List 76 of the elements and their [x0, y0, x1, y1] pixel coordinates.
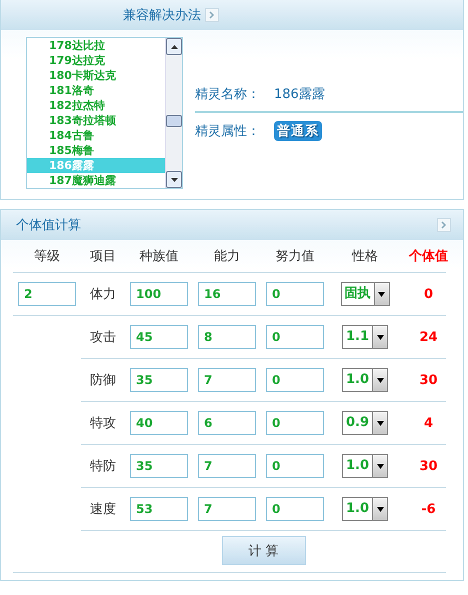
base-stat-input[interactable]: 40 — [130, 411, 188, 435]
dropdown-arrow-icon — [378, 292, 385, 296]
iv-result: 24 — [418, 330, 439, 344]
iv-result: 30 — [418, 458, 439, 474]
base-stat-input[interactable]: 100 — [130, 282, 188, 306]
scrollbar[interactable] — [165, 38, 182, 188]
nature-select[interactable]: 1.1 — [342, 325, 388, 349]
chevron-icon — [441, 221, 447, 229]
pet-option[interactable]: 178达比拉 — [27, 38, 165, 53]
chevron-icon — [209, 11, 215, 19]
scrollbar-thumb[interactable] — [166, 115, 182, 127]
nature-select[interactable]: 0.9 — [342, 411, 388, 435]
effort-input[interactable]: 0 — [266, 411, 324, 435]
nature-select[interactable]: 1.0 — [342, 368, 388, 392]
column-header: 性格 — [350, 248, 379, 265]
nature-select[interactable]: 1.0 — [342, 454, 388, 478]
dropdown-arrow-icon — [376, 334, 384, 340]
pet-listbox[interactable]: 178达比拉 179达拉克 180卡斯达克 181洛奇 182拉杰特 183奇拉塔顿 184古鲁 185梅鲁 186露露 187魔狮迪露 — [26, 37, 183, 189]
column-header: 努力值 — [274, 248, 316, 265]
pet-option[interactable]: 179达拉克 — [27, 53, 165, 68]
base-stat-input[interactable]: 35 — [130, 454, 188, 478]
pet-option[interactable]: 186露露 — [27, 158, 165, 173]
pet-option[interactable]: 187魔狮迪露 — [27, 173, 165, 188]
pet-option[interactable]: 180卡斯达克 — [27, 68, 165, 83]
column-header: 个体值 — [408, 248, 449, 265]
column-header: 能力 — [213, 248, 241, 265]
info-label: 精灵属性： — [195, 123, 260, 140]
up-arrow-icon — [170, 44, 178, 48]
ability-input[interactable]: 8 — [198, 325, 256, 349]
ability-input[interactable]: 7 — [198, 454, 256, 478]
stat-label: 攻击 — [89, 329, 117, 346]
dropdown-arrow-icon — [376, 420, 384, 426]
calculate-button[interactable]: 计 算 — [222, 536, 306, 565]
panel-title: 兼容解决办法 — [123, 7, 201, 24]
pet-option[interactable]: 182拉杰特 — [27, 98, 165, 113]
ability-input[interactable]: 16 — [198, 282, 256, 306]
column-header: 等级 — [33, 248, 61, 265]
pet-option[interactable]: 184古鲁 — [27, 128, 165, 143]
effort-input[interactable]: 0 — [266, 325, 324, 349]
iv-result: 0 — [422, 286, 434, 302]
panel-title: 个体值计算 — [16, 217, 81, 234]
iv-result: 4 — [422, 416, 434, 430]
nature-select[interactable]: 1.0 — [342, 497, 388, 521]
dropdown-arrow-icon — [376, 378, 384, 382]
stat-label: 特防 — [89, 458, 117, 475]
expand-button[interactable] — [437, 218, 451, 232]
type-badge: 普通系 — [274, 121, 322, 141]
effort-input[interactable]: 0 — [266, 368, 324, 392]
dropdown-arrow-icon — [376, 506, 384, 512]
pet-option[interactable]: 181洛奇 — [27, 83, 165, 98]
stat-label: 特攻 — [89, 415, 117, 432]
ability-input[interactable]: 7 — [198, 497, 256, 521]
stat-label: 体力 — [89, 286, 117, 303]
down-arrow-icon — [170, 178, 178, 182]
base-stat-input[interactable]: 45 — [130, 325, 188, 349]
base-stat-input[interactable]: 53 — [130, 497, 188, 521]
dropdown-arrow-icon — [376, 464, 384, 468]
base-stat-input[interactable]: 35 — [130, 368, 188, 392]
level-input[interactable]: 2 — [18, 282, 76, 306]
column-header: 项目 — [89, 248, 117, 265]
pet-option[interactable]: 185梅鲁 — [27, 143, 165, 158]
info-label: 精灵名称： — [195, 86, 260, 103]
iv-result: 30 — [418, 372, 439, 388]
info-value: 186露露 — [274, 86, 325, 103]
stat-label: 速度 — [89, 501, 117, 518]
effort-input[interactable]: 0 — [266, 497, 324, 521]
pet-option[interactable]: 183奇拉塔顿 — [27, 113, 165, 128]
ability-input[interactable]: 7 — [198, 368, 256, 392]
nature-select[interactable]: 固执 — [340, 282, 390, 306]
ability-input[interactable]: 6 — [198, 411, 256, 435]
effort-input[interactable]: 0 — [266, 282, 324, 306]
expand-button[interactable] — [205, 8, 219, 22]
iv-result: -6 — [420, 502, 437, 516]
stat-label: 防御 — [89, 372, 117, 389]
effort-input[interactable]: 0 — [266, 454, 324, 478]
column-header: 种族值 — [138, 248, 180, 265]
